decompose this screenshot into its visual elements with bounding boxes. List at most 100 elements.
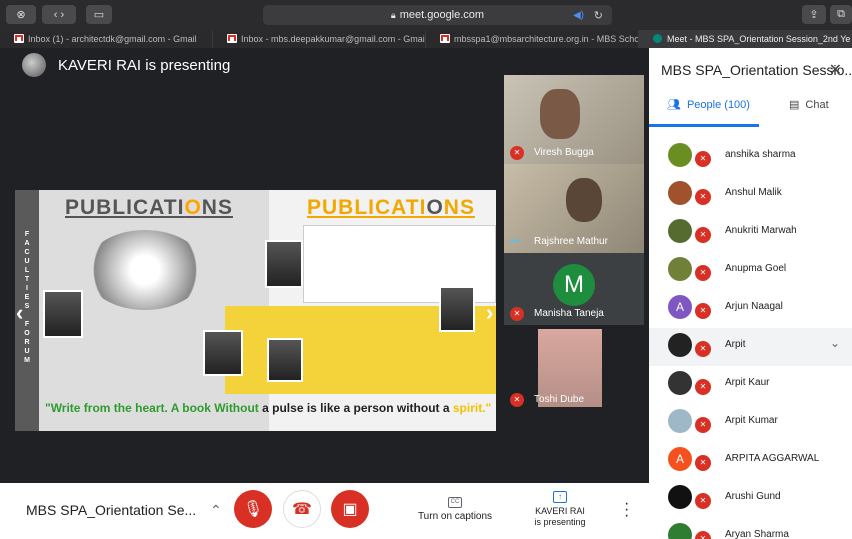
author-photo [203, 330, 243, 376]
tab-meet[interactable]: Meet - MBS SPA_Orientation Session_2nd Y… [639, 30, 852, 48]
slide-prev-icon[interactable]: ‹ [16, 300, 23, 326]
participant-name: Arushi Gund [725, 491, 781, 502]
back-forward-buttons[interactable]: ‹ › [42, 5, 76, 24]
meeting-details-button[interactable]: MBS SPA_Orientation Se... ⌃ [26, 502, 222, 519]
avatar [668, 219, 692, 243]
slide-next-icon[interactable]: › [486, 300, 493, 326]
slide-heading-left: PUBLICATIONS [65, 196, 233, 219]
presenter-header: KAVERI RAI is presenting [22, 53, 230, 77]
participant-name: Anshul Malik [725, 187, 782, 198]
participant-name: Viresh Bugga [534, 147, 594, 158]
list-item[interactable]: ✕ Arpit ⌄ [649, 328, 852, 366]
participant-name: Arjun Naagal [725, 301, 783, 312]
list-item[interactable]: ✕ Anukriti Marwah [649, 214, 852, 252]
compass-icon[interactable]: ⊗ [6, 5, 36, 24]
gmail-icon [227, 34, 237, 43]
url-text: meet.google.com [399, 9, 485, 21]
present-screen-icon: ↑ [553, 491, 567, 503]
avatar [668, 181, 692, 205]
camera-toggle-button[interactable]: ▣ [331, 490, 369, 528]
slide-quote: "Write from the heart. A book Without a … [45, 401, 492, 415]
mic-off-icon: 🎙︎ [242, 501, 264, 518]
participant-tile[interactable]: ••• Rajshree Mathur [504, 164, 644, 253]
avatar: M [553, 264, 595, 306]
hang-up-icon: ☎︎ [292, 501, 312, 518]
participant-name: Manisha Taneja [534, 308, 604, 319]
tab-gmail-architectdk[interactable]: Inbox (1) - architectdk@gmail.com - Gmai… [0, 30, 213, 48]
close-icon[interactable]: ✕ [829, 60, 842, 80]
avatar [668, 333, 692, 357]
reload-icon[interactable]: ↻ [594, 9, 603, 22]
mic-off-icon: ✕ [695, 151, 711, 167]
avatar [22, 53, 46, 77]
participant-name: Arpit Kaur [725, 377, 770, 388]
presenter-label: KAVERI RAI is presenting [58, 56, 231, 74]
participant-video [566, 178, 602, 222]
audio-playing-icon[interactable]: ◀︎) [573, 10, 584, 21]
participant-name: Toshi Dube [534, 394, 585, 405]
mic-off-icon: ✕ [695, 265, 711, 281]
list-item[interactable]: A ✕ Arjun Naagal [649, 290, 852, 328]
tabs-overview-icon[interactable]: ⧉ [830, 5, 852, 24]
tab-bar: Inbox (1) - architectdk@gmail.com - Gmai… [0, 30, 852, 48]
people-panel: MBS SPA_Orientation Sessio... ✕ 👥︎ Peopl… [649, 48, 852, 539]
participant-tile[interactable]: M ✕ Manisha Taneja [504, 253, 644, 325]
mic-off-icon: ✕ [695, 531, 711, 539]
tab-label: Inbox (1) - architectdk@gmail.com - Gmai… [28, 34, 197, 44]
tab-people[interactable]: 👥︎ People (100) [667, 98, 750, 112]
avatar [668, 485, 692, 509]
participant-name: Anukriti Marwah [725, 225, 797, 236]
participant-name: Arpit [725, 339, 746, 350]
mic-off-icon: ✕ [695, 189, 711, 205]
avatar [668, 143, 692, 167]
list-item[interactable]: ✕ Aryan Sharma [649, 518, 852, 539]
list-item[interactable]: A ✕ ARPITA AGGARWAL [649, 442, 852, 480]
tab-gmail-mbsspa[interactable]: mbsspa1@mbsarchitecture.org.in - MBS Sch… [426, 30, 639, 48]
presenting-name: KAVERI RAI [535, 506, 585, 516]
list-item[interactable]: ✕ Anupma Goel [649, 252, 852, 290]
participant-name: Arpit Kumar [725, 415, 778, 426]
mic-off-icon: ✕ [695, 341, 711, 357]
participant-name: Aryan Sharma [725, 529, 789, 539]
tab-chat[interactable]: ▤ Chat [789, 98, 829, 112]
participant-name: ARPITA AGGARWAL [725, 453, 820, 464]
participant-tile[interactable]: ✕ Viresh Bugga [504, 75, 644, 164]
microphone-toggle-button[interactable]: 🎙︎ [234, 490, 272, 528]
mic-off-icon: ✕ [510, 146, 524, 160]
presenting-button[interactable]: ↑ KAVERI RAI is presenting [515, 491, 605, 528]
chat-icon: ▤ [789, 99, 800, 111]
captions-button[interactable]: CC Turn on captions [410, 497, 500, 522]
camera-off-icon: ▣ [342, 501, 358, 518]
avatar [668, 257, 692, 281]
participant-name: anshika sharma [725, 149, 796, 160]
sculpture-image [85, 230, 205, 310]
mic-off-icon: ✕ [695, 227, 711, 243]
list-item[interactable]: ✕ Arpit Kaur [649, 366, 852, 404]
mic-off-icon: ✕ [695, 455, 711, 471]
participant-tile[interactable]: ✕ Toshi Dube [504, 325, 644, 411]
share-icon[interactable]: ⇪ [802, 5, 826, 24]
list-item[interactable]: ✕ Arpit Kumar [649, 404, 852, 442]
url-bar[interactable]: 🔒︎ meet.google.com ◀︎) ↻ [263, 5, 612, 25]
more-options-icon[interactable]: · · · [624, 496, 629, 524]
list-item[interactable]: ✕ Arushi Gund [649, 480, 852, 518]
tab-gmail-deepakkumar[interactable]: Inbox - mbs.deepakkumar@gmail.com - Gmai… [213, 30, 426, 48]
speaking-icon: ••• [510, 236, 521, 247]
tab-label: Chat [805, 98, 829, 111]
meet-icon [653, 34, 662, 43]
list-item[interactable]: ✕ anshika sharma [649, 138, 852, 176]
participant-name: Anupma Goel [725, 263, 787, 274]
participant-video [540, 89, 580, 139]
browser-toolbar: ⊗ ‹ › ▭ 🔒︎ meet.google.com ◀︎) ↻ ⇪ ⧉ [0, 0, 852, 30]
tab-label: Inbox - mbs.deepakkumar@gmail.com - Gmai… [241, 34, 426, 44]
sidebar-icon[interactable]: ▭ [86, 5, 112, 24]
presenting-label: is presenting [534, 517, 586, 527]
chevron-down-icon[interactable]: ⌄ [830, 336, 840, 350]
mic-off-icon: ✕ [510, 307, 524, 321]
avatar: A [668, 447, 692, 471]
meeting-controls-bar: MBS SPA_Orientation Se... ⌃ 🎙︎ ☎︎ ▣ CC T… [0, 483, 649, 539]
leave-call-button[interactable]: ☎︎ [283, 490, 321, 528]
participant-name: Rajshree Mathur [534, 236, 608, 247]
presentation-slide: FACULTIESFORUM PUBLICATIONS PUBLICATIONS… [15, 190, 496, 431]
list-item[interactable]: ✕ Anshul Malik [649, 176, 852, 214]
